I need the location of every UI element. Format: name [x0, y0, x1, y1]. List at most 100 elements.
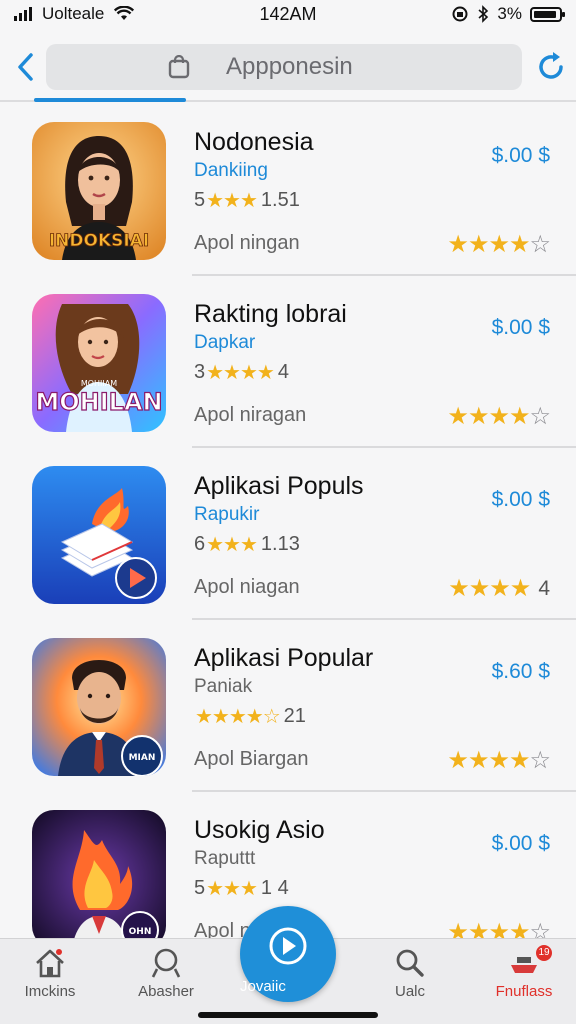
home-indicator — [198, 1012, 378, 1018]
battery-level — [533, 10, 556, 18]
meta-stars: ★★★ — [206, 878, 258, 900]
tab-label: Fnuflass — [495, 983, 553, 1000]
app-icon: MIAN — [32, 638, 166, 776]
status-bar: Uolteale 142AM 3% — [0, 0, 576, 28]
price-button[interactable]: $.60 $ — [492, 660, 550, 684]
shopping-bag-icon — [168, 55, 190, 79]
tab-search[interactable]: Ualc — [360, 947, 460, 1000]
app-name: Aplikasi Popular — [194, 644, 374, 672]
refresh-button[interactable] — [528, 42, 574, 92]
rating-empty-star: ☆ — [529, 231, 550, 258]
app-icon: INDOKSIAI — [32, 122, 166, 260]
app-description: Apol ningan — [194, 232, 300, 254]
app-meta: 5 ★★★ 1.51 — [194, 188, 300, 213]
app-description: Apol niragan — [194, 404, 307, 426]
app-icon — [32, 466, 166, 604]
meta-prefix: 5 — [194, 189, 206, 211]
app-icon: OHN — [32, 810, 166, 948]
app-rating: ★★★★ ☆ — [447, 402, 551, 431]
home-icon — [36, 949, 64, 978]
list-item[interactable]: Aplikasi Populs Rapukir 6 ★★★ 1.13 Apol … — [0, 448, 576, 620]
tab-play[interactable]: Jovaiic — [240, 906, 336, 1002]
app-rating: ★★★★ ☆ — [447, 230, 551, 259]
rating-stars: ★★★★ — [447, 747, 530, 774]
tab-home[interactable]: Imckins — [0, 947, 100, 1000]
app-icon-label: OHN — [129, 927, 152, 937]
meta-prefix: 6 — [194, 533, 206, 555]
meta-suffix: 1 4 — [260, 877, 289, 899]
rating-number: 4 — [538, 576, 550, 600]
nav-active-indicator — [34, 98, 186, 102]
list-item[interactable]: MIAN Aplikasi Popular Paniak ★★★★☆ 21 Ap… — [0, 620, 576, 792]
notification-badge: 19 — [536, 945, 552, 961]
list-item[interactable]: INDOKSIAI Nodonesia Dankiing 5 ★★★ 1.51 … — [0, 104, 576, 276]
tab-label: Jovaiic — [240, 978, 286, 995]
app-icon-sublabel: MOHIIAM — [81, 379, 117, 388]
app-icon-label: MIAN — [129, 753, 156, 763]
search-icon — [396, 949, 424, 977]
app-subtitle: Raputtt — [194, 848, 256, 869]
app-meta: 5 ★★★ 1 4 — [194, 876, 289, 901]
app-meta: ★★★★☆ 21 — [194, 704, 306, 729]
app-name: Nodonesia — [194, 128, 314, 156]
app-subtitle: Dankiing — [194, 160, 268, 181]
meta-prefix: 3 — [194, 361, 206, 383]
app-subtitle: Rapukir — [194, 504, 260, 525]
nav-bar: Appponesin — [0, 36, 576, 98]
list-item[interactable]: MOHIIAM MOHILAN Rakting lobrai Dapkar 3 … — [0, 276, 576, 448]
status-time: 142AM — [259, 3, 317, 24]
app-subtitle: Paniak — [194, 676, 253, 697]
app-rating: ★★★★ 4 — [448, 574, 550, 603]
app-meta: 6 ★★★ 1.13 — [194, 532, 300, 557]
meta-suffix: 4 — [277, 361, 289, 383]
orientation-lock-icon — [452, 6, 468, 22]
app-name: Aplikasi Populs — [194, 472, 364, 500]
search-input[interactable]: Appponesin — [46, 44, 522, 90]
meta-suffix: 1.51 — [260, 189, 300, 211]
chevron-left-icon — [18, 53, 33, 81]
app-meta: 3 ★★★★ 4 — [194, 360, 289, 385]
carrier-name: Uolteale — [42, 4, 105, 23]
wifi-icon — [114, 6, 135, 20]
tab-tray[interactable]: 19 Fnuflass — [474, 945, 574, 1000]
meta-stars: ★★★ — [206, 190, 258, 212]
rating-stars: ★★★★ — [448, 575, 531, 602]
signal-icon — [14, 7, 32, 21]
price-button[interactable]: $.00 $ — [492, 144, 550, 168]
status-right: 3% — [382, 4, 565, 24]
battery-icon — [529, 6, 565, 22]
app-name: Usokig Asio — [194, 816, 325, 844]
rating-empty-star: ☆ — [529, 747, 550, 774]
app-description: Apol Biargan — [194, 748, 309, 770]
rating-empty-star: ☆ — [529, 403, 550, 430]
price-button[interactable]: $.00 $ — [492, 488, 550, 512]
bluetooth-icon — [478, 5, 489, 23]
battery-percent: 3% — [497, 4, 522, 23]
app-icon: MOHIIAM MOHILAN — [32, 294, 166, 432]
price-button[interactable]: $.00 $ — [492, 832, 550, 856]
app-subtitle: Dapkar — [194, 332, 256, 353]
meta-prefix: 5 — [194, 877, 206, 899]
meta-stars: ★★★★ — [206, 362, 275, 384]
tab-label: Imckins — [24, 983, 76, 1000]
status-left: Uolteale — [14, 4, 194, 24]
tab-search-person[interactable]: Abasher — [116, 947, 216, 1000]
search-text: Appponesin — [226, 53, 353, 80]
meta-stars: ★★★ — [206, 534, 258, 556]
tab-label: Ualc — [394, 983, 425, 1000]
meta-suffix: 1.13 — [260, 533, 300, 555]
price-button[interactable]: $.00 $ — [492, 316, 550, 340]
app-icon-label: MOHILAN — [35, 388, 162, 416]
play-icon — [269, 927, 307, 965]
meta-stars: ★★★★☆ — [195, 706, 281, 728]
meta-suffix: 21 — [283, 705, 306, 727]
app-name: Rakting lobrai — [194, 300, 347, 328]
tab-label: Abasher — [138, 983, 194, 1000]
back-button[interactable] — [6, 42, 46, 92]
app-icon-label: INDOKSIAI — [49, 231, 149, 251]
rating-stars: ★★★★ — [447, 403, 530, 430]
app-list: INDOKSIAI Nodonesia Dankiing 5 ★★★ 1.51 … — [0, 104, 576, 964]
search-person-icon — [151, 948, 181, 978]
app-rating: ★★★★ ☆ — [447, 746, 551, 775]
rating-stars: ★★★★ — [447, 231, 530, 258]
